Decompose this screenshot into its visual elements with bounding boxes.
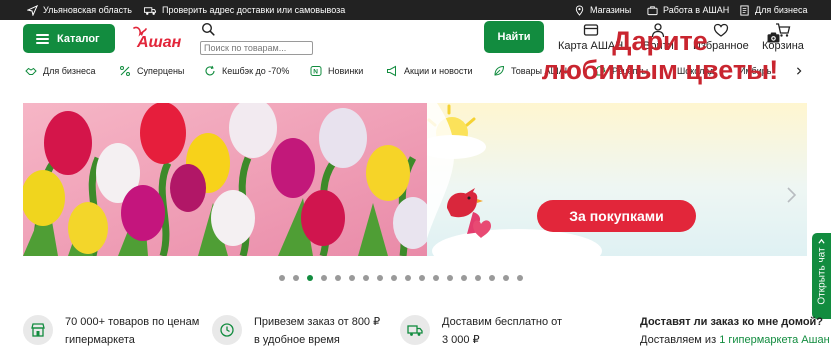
search-input[interactable] (200, 41, 313, 55)
feature-text-line1: 70 000+ товаров по ценам (65, 316, 200, 328)
shop-now-label: За покупками (569, 208, 664, 224)
carousel-dot[interactable] (363, 275, 369, 281)
category-label: Суперцены (137, 66, 185, 76)
carousel-dot[interactable] (503, 275, 509, 281)
top-bar: Ульяновская область Проверить адрес дост… (0, 0, 831, 20)
feature-text-line2: гипермаркета (65, 334, 135, 346)
category-business[interactable]: Для бизнеса (25, 60, 96, 82)
banner-title-line2: любимым цветы! (541, 55, 779, 85)
categories-next-button[interactable] (788, 60, 810, 82)
carousel-dots (279, 275, 523, 281)
banner-illustration (427, 103, 807, 256)
region-label: Ульяновская область (43, 5, 132, 15)
svg-text:N: N (313, 69, 318, 76)
catalog-label: Каталог (57, 32, 100, 45)
carousel-dot[interactable] (279, 275, 285, 281)
clock-icon (220, 323, 234, 337)
shop-now-button[interactable]: За покупками (537, 200, 696, 232)
feature-free-delivery: Доставим бесплатно от 3 000 ₽ (400, 313, 562, 348)
hypermarket-link[interactable]: 1 гипермаркета Ашан (719, 334, 829, 346)
feature-text-line2: в удобное время (254, 334, 340, 346)
jobs-link[interactable]: Работа в АШАН (647, 0, 729, 20)
carousel-dot[interactable] (321, 275, 327, 281)
tulips-image (23, 103, 433, 256)
feature-delivery-time: Привезем заказ от 800 ₽ в удобное время (212, 313, 380, 348)
feature-text-line1: Доставим бесплатно от (442, 316, 563, 328)
new-badge-icon: N (310, 66, 322, 76)
carousel-dot[interactable] (405, 275, 411, 281)
feature-text-line2: 3 000 ₽ (442, 334, 480, 346)
carousel-dot[interactable] (377, 275, 383, 281)
category-superprices[interactable]: Суперцены (119, 60, 184, 82)
carousel-dot[interactable] (489, 275, 495, 281)
category-cashback[interactable]: Кешбэк до -70% (204, 60, 289, 82)
truck-icon (407, 325, 423, 336)
find-button[interactable]: Найти (484, 21, 544, 53)
category-label: Акции и новости (404, 66, 473, 76)
megaphone-icon (387, 65, 396, 77)
stores-link[interactable]: Магазины (574, 0, 631, 20)
stores-label: Магазины (590, 5, 632, 15)
delivery-question-title: Доставят ли заказ ко мне домой? (640, 316, 824, 328)
promo-banner[interactable] (23, 103, 807, 256)
carousel-dot[interactable] (517, 275, 523, 281)
svg-text:Ашан: Ашан (136, 34, 182, 50)
carousel-dot[interactable] (349, 275, 355, 281)
carousel-dot[interactable] (433, 275, 439, 281)
open-chat-button[interactable]: Открыть чат (812, 233, 831, 319)
find-label: Найти (497, 31, 531, 43)
feature-text-line1: Привезем заказ от 800 ₽ (254, 316, 381, 328)
carousel-dot[interactable] (307, 275, 313, 281)
business-link[interactable]: Для бизнеса (739, 0, 808, 20)
refresh-icon (205, 65, 215, 76)
percent-icon (120, 66, 130, 76)
carousel-dot[interactable] (475, 275, 481, 281)
open-chat-label: Открыть чат (816, 247, 827, 305)
carousel-dot[interactable] (419, 275, 425, 281)
carousel-dot[interactable] (391, 275, 397, 281)
carousel-dot[interactable] (335, 275, 341, 281)
store-icon (31, 323, 45, 337)
truck-icon (144, 6, 156, 15)
delivery-question: Доставят ли заказ ко мне домой? Доставля… (640, 313, 830, 348)
menu-icon (36, 33, 49, 44)
jobs-label: Работа в АШАН (663, 5, 730, 15)
briefcase-icon (647, 5, 658, 15)
chat-arrow-icon (818, 238, 825, 244)
category-promos[interactable]: Акции и новости (386, 60, 473, 82)
document-icon (740, 4, 749, 16)
category-label: Для бизнеса (43, 66, 96, 76)
banner-title: Дарите любимым цветы! (540, 27, 780, 85)
auchan-logo[interactable]: Ашан (132, 26, 188, 50)
chevron-right-icon (796, 67, 802, 75)
delivery-question-text: Доставляем из (640, 334, 717, 346)
check-address-link[interactable]: Проверить адрес доставки или самовывоза (143, 0, 345, 20)
search-icon[interactable] (201, 22, 215, 36)
banner-next-arrow-icon[interactable] (784, 185, 800, 205)
truck-icon-circle (400, 315, 430, 345)
clock-icon-circle (212, 315, 242, 345)
business-label: Для бизнеса (755, 5, 808, 15)
carousel-dot[interactable] (293, 275, 299, 281)
handshake-icon (25, 67, 37, 75)
location-arrow-icon (27, 4, 38, 16)
store-icon-circle (23, 315, 53, 345)
feature-assortment: 70 000+ товаров по ценам гипермаркета (23, 313, 199, 348)
carousel-dot[interactable] (461, 275, 467, 281)
region-selector[interactable]: Ульяновская область (27, 0, 132, 20)
category-new[interactable]: N Новинки (310, 60, 363, 82)
map-pin-icon (575, 5, 584, 16)
catalog-button[interactable]: Каталог (23, 24, 115, 53)
category-label: Новинки (328, 66, 364, 76)
banner-title-line1: Дарите (612, 26, 708, 56)
carousel-dot[interactable] (447, 275, 453, 281)
leaf-icon (494, 65, 505, 76)
check-address-label: Проверить адрес доставки или самовывоза (162, 5, 346, 15)
category-label: Кешбэк до -70% (222, 66, 290, 76)
